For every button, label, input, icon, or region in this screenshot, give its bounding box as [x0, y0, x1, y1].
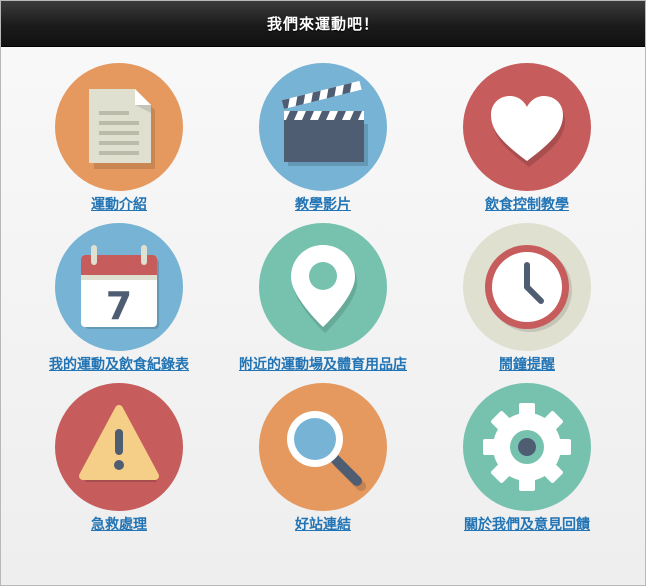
- menu-item-alarm-reminder[interactable]: 鬧鐘提醒: [419, 223, 635, 374]
- menu-item-label[interactable]: 附近的運動場及體育用品店: [215, 354, 431, 374]
- menu-item-label[interactable]: 運動介紹: [11, 194, 227, 214]
- menu-item-exercise-diet-log[interactable]: 7 我的運動及飲食紀錄表: [11, 223, 227, 374]
- menu-item-tutorial-videos[interactable]: 教學影片: [215, 63, 431, 214]
- gear-icon: [463, 383, 591, 511]
- page-title: 我們來運動吧！: [266, 15, 379, 33]
- app-frame: 我們來運動吧！ 運動介紹 教學影片 飲食控制教學 7 我的運動及飲食紀錄表 附近…: [0, 0, 646, 586]
- menu-item-label[interactable]: 我的運動及飲食紀錄表: [11, 354, 227, 374]
- map-pin-icon: [259, 223, 387, 351]
- clock-icon: [463, 223, 591, 351]
- menu-item-first-aid[interactable]: 急救處理: [11, 383, 227, 534]
- document-icon: [55, 63, 183, 191]
- menu-item-useful-links[interactable]: 好站連結: [215, 383, 431, 534]
- warning-icon: [55, 383, 183, 511]
- page-header: 我們來運動吧！: [1, 1, 645, 47]
- heart-icon: [463, 63, 591, 191]
- menu-item-label[interactable]: 飲食控制教學: [419, 194, 635, 214]
- menu-item-label[interactable]: 關於我們及意見回饋: [419, 514, 635, 534]
- magnifier-icon: [259, 383, 387, 511]
- menu-item-exercise-intro[interactable]: 運動介紹: [11, 63, 227, 214]
- menu-item-label[interactable]: 教學影片: [215, 194, 431, 214]
- menu-item-label[interactable]: 鬧鐘提醒: [419, 354, 635, 374]
- menu-item-about-feedback[interactable]: 關於我們及意見回饋: [419, 383, 635, 534]
- calendar-icon: 7: [55, 223, 183, 351]
- menu-item-diet-control[interactable]: 飲食控制教學: [419, 63, 635, 214]
- menu-grid: 運動介紹 教學影片 飲食控制教學 7 我的運動及飲食紀錄表 附近的運動場及體育用…: [1, 47, 645, 585]
- menu-item-label[interactable]: 急救處理: [11, 514, 227, 534]
- clapperboard-icon: [259, 63, 387, 191]
- menu-item-nearby-stores[interactable]: 附近的運動場及體育用品店: [215, 223, 431, 374]
- menu-item-label[interactable]: 好站連結: [215, 514, 431, 534]
- calendar-day-number: 7: [106, 284, 132, 328]
